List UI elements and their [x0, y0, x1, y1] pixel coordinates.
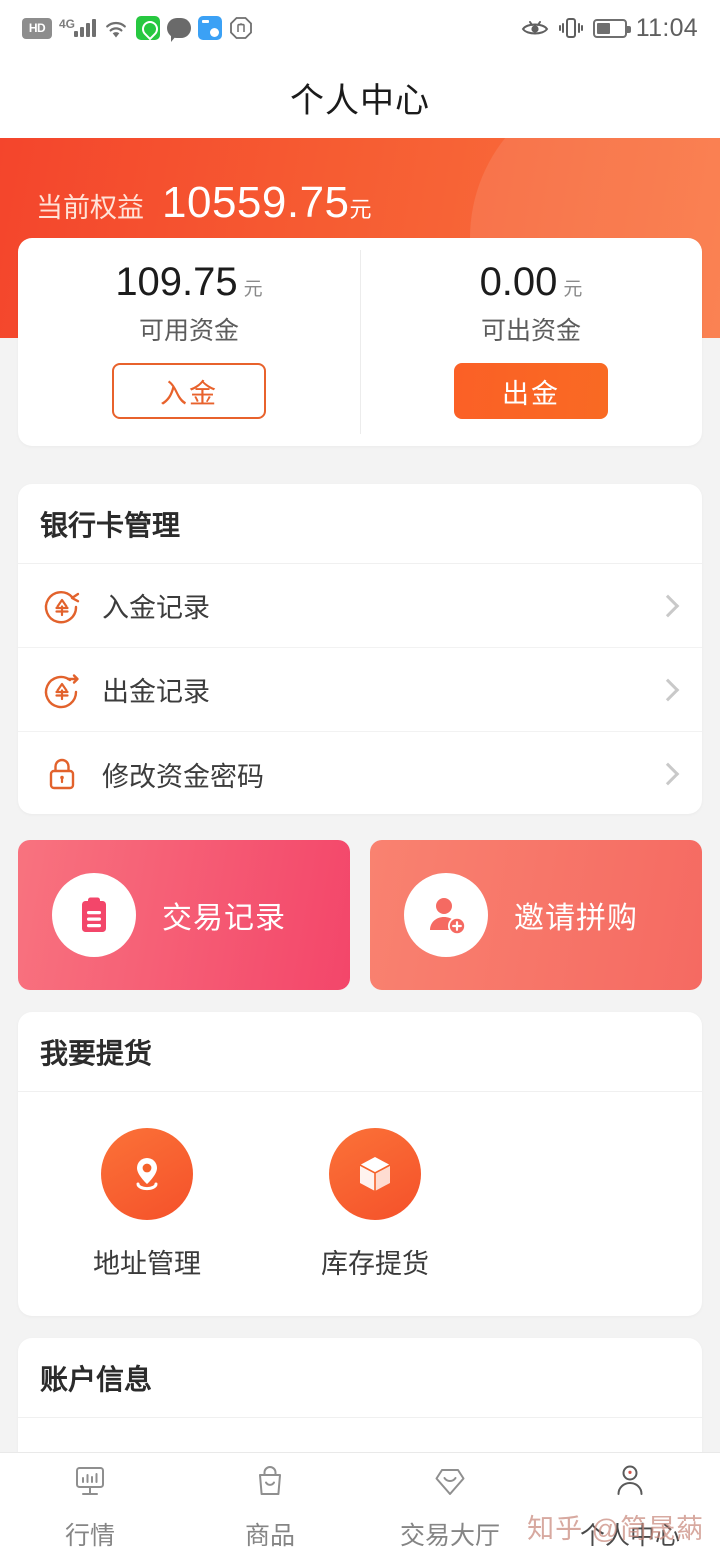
battery-icon — [592, 18, 631, 38]
address-management-item[interactable]: 地址管理 — [68, 1128, 226, 1281]
hand-stop-icon — [229, 16, 253, 40]
bank-section-title: 银行卡管理 — [18, 484, 702, 564]
box-icon — [329, 1128, 421, 1220]
row-withdraw-records[interactable]: 出金记录 — [18, 648, 702, 732]
chevron-right-icon — [656, 762, 680, 786]
available-funds-label: 可用资金 — [138, 317, 239, 345]
equity-unit: 元 — [349, 197, 372, 222]
page-title-bar: 个人中心 — [0, 56, 720, 138]
page-title: 个人中心 — [290, 81, 430, 120]
tab-market[interactable]: 行情 — [0, 1453, 180, 1560]
wifi-icon — [103, 18, 129, 39]
lock-icon — [40, 752, 84, 796]
green-location-app-icon — [136, 16, 160, 40]
app-root: HD 4G 11:04 个人中心 当前权益 10559.75元 109.75 元… — [0, 0, 720, 1560]
monitor-chart-icon — [70, 1461, 110, 1506]
withdrawable-funds-amount: 0.00 — [479, 260, 558, 304]
equity-value-group: 10559.75元 — [162, 178, 372, 228]
blue-app-icon — [198, 16, 222, 40]
tab-label: 交易大厅 — [399, 1522, 500, 1550]
user-add-icon — [404, 873, 488, 957]
pickup-item-label: 库存提货 — [321, 1249, 429, 1279]
row-label: 修改资金密码 — [102, 761, 264, 792]
equity-row: 当前权益 10559.75元 — [36, 178, 372, 228]
signal-gen-label: 4G — [59, 17, 76, 31]
vibrate-icon — [558, 17, 584, 39]
shopping-bag-icon — [250, 1461, 290, 1506]
tab-label: 商品 — [244, 1522, 295, 1550]
equity-amount: 10559.75 — [162, 178, 350, 227]
account-info-section: 账户信息 — [18, 1338, 702, 1468]
promo-label: 邀请拼购 — [514, 902, 638, 935]
yen-withdraw-icon — [40, 668, 84, 712]
funds-card: 109.75 元 可用资金 入金 0.00 元 可出资金 出金 — [18, 238, 702, 446]
status-bar-left: HD 4G — [22, 16, 253, 42]
inventory-pickup-item[interactable]: 库存提货 — [296, 1128, 454, 1281]
hd-badge-icon: HD — [22, 17, 52, 39]
withdraw-button[interactable]: 出金 — [454, 363, 608, 419]
eye-care-icon — [521, 18, 549, 38]
tab-profile[interactable]: 个人中心 — [540, 1453, 720, 1560]
pickup-item-label: 地址管理 — [93, 1249, 201, 1279]
person-icon — [610, 1461, 650, 1506]
trade-records-card[interactable]: 交易记录 — [18, 840, 350, 990]
withdrawable-funds-label: 可出资金 — [480, 317, 581, 345]
row-label: 入金记录 — [102, 593, 210, 623]
status-bar: HD 4G 11:04 — [0, 0, 720, 56]
diamond-icon — [430, 1461, 470, 1506]
chevron-right-icon — [656, 594, 680, 617]
map-pin-icon — [101, 1128, 193, 1220]
chat-bubble-icon — [167, 18, 191, 42]
yen-deposit-icon — [40, 584, 84, 628]
withdrawable-funds-block: 0.00 元 可出资金 出金 — [360, 238, 702, 446]
pickup-section-title: 我要提货 — [18, 1012, 702, 1092]
clock-label: 11:04 — [635, 13, 698, 42]
pickup-grid: 地址管理 库存提货 — [18, 1092, 702, 1281]
row-change-fund-password[interactable]: 修改资金密码 — [18, 732, 702, 814]
status-bar-right: 11:04 — [521, 14, 698, 43]
available-funds-block: 109.75 元 可用资金 入金 — [18, 238, 360, 446]
pickup-section: 我要提货 地址管理 库存提货 — [18, 1012, 702, 1316]
tab-label: 个人中心 — [579, 1522, 680, 1550]
tab-trading-hall[interactable]: 交易大厅 — [360, 1453, 540, 1560]
signal-bars-icon: 4G — [59, 17, 96, 37]
bank-card-section: 银行卡管理 入金记录 出金记录 修改资金密码 — [18, 484, 702, 814]
clipboard-icon — [52, 873, 136, 957]
deposit-button[interactable]: 入金 — [112, 363, 266, 419]
withdrawable-funds-unit: 元 — [563, 279, 583, 300]
row-deposit-records[interactable]: 入金记录 — [18, 564, 702, 648]
bottom-tab-bar: 行情 商品 交易大厅 个人中心 — [0, 1452, 720, 1560]
promo-cards: 交易记录 邀请拼购 — [18, 840, 702, 990]
promo-label: 交易记录 — [162, 902, 286, 935]
tab-label: 行情 — [64, 1522, 115, 1550]
available-funds-unit: 元 — [243, 279, 263, 300]
available-funds-amount: 109.75 — [115, 260, 238, 304]
available-funds-amount-wrap: 109.75 元 — [115, 260, 262, 305]
chevron-right-icon — [656, 678, 680, 701]
withdrawable-funds-amount-wrap: 0.00 元 — [480, 260, 583, 305]
invite-group-buy-card[interactable]: 邀请拼购 — [370, 840, 702, 990]
tab-goods[interactable]: 商品 — [180, 1453, 360, 1560]
equity-label: 当前权益 — [36, 193, 144, 223]
account-section-title: 账户信息 — [18, 1338, 702, 1418]
row-label: 出金记录 — [102, 677, 210, 707]
